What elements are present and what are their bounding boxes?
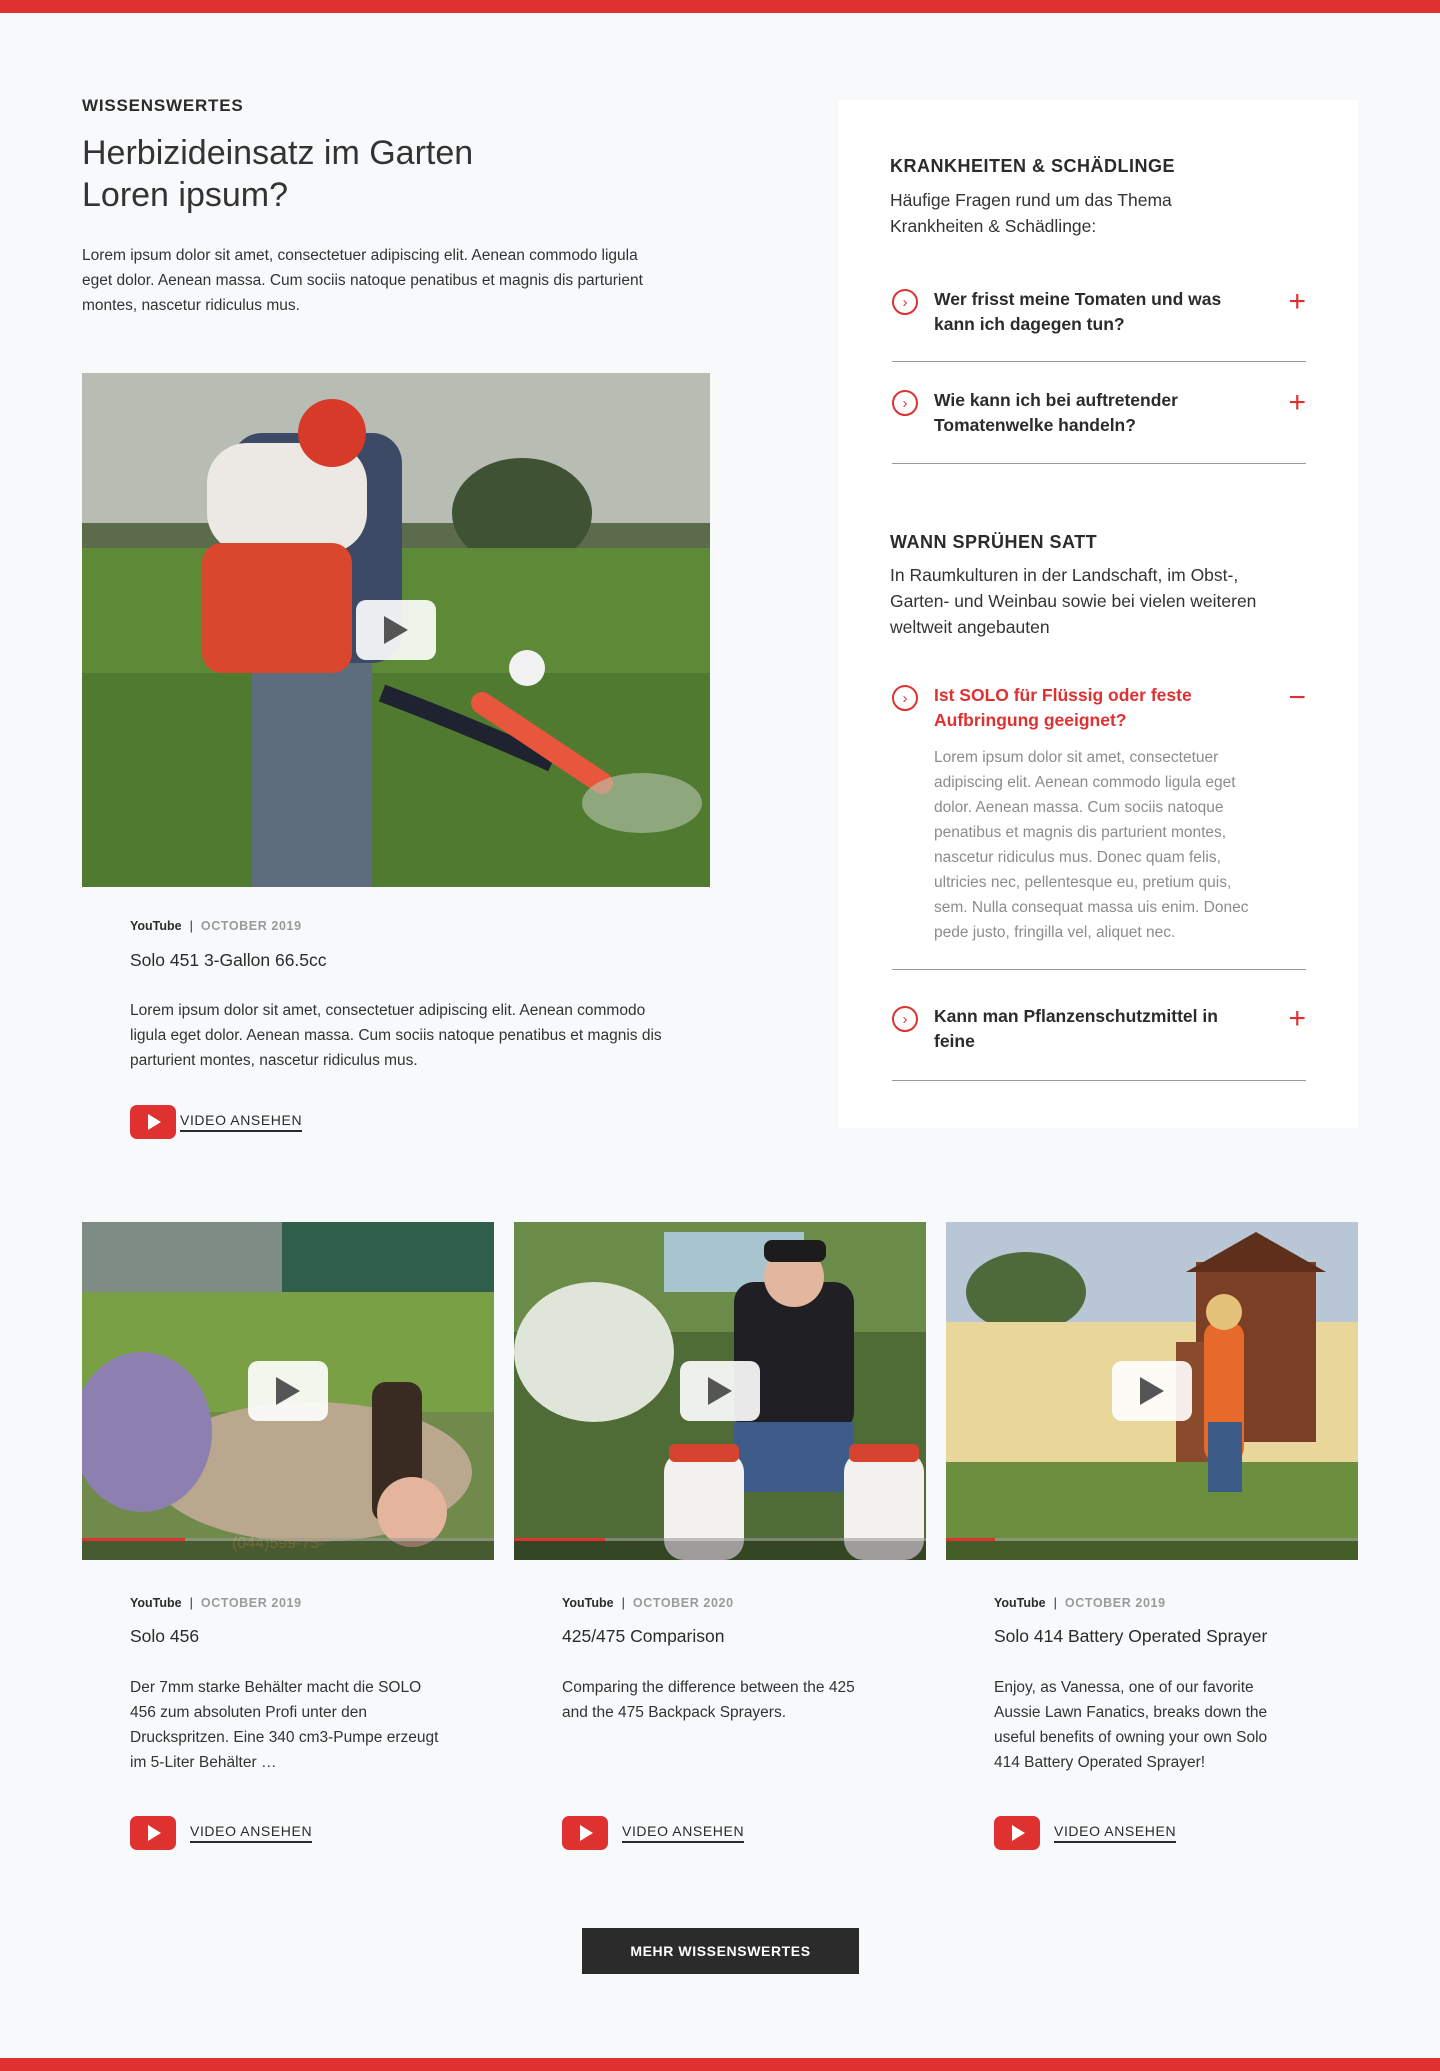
faq-question: Ist SOLO für Flüssig oder feste Aufbring… (934, 685, 1192, 730)
divider (892, 1080, 1306, 1081)
faq-question: Wer frisst meine Tomaten und was kann ic… (934, 289, 1222, 334)
bottom-accent-bar (0, 2058, 1440, 2071)
faq-group-subtitle: In Raumkulturen in der Landschaft, im Ob… (890, 565, 1257, 637)
video-description: Enjoy, as Vanessa, one of our favorite A… (994, 1679, 1268, 1771)
divider (892, 463, 1306, 464)
headline-line-1: Herbizideinsatz im Garten (82, 134, 474, 172)
video-source: YouTube (130, 919, 182, 933)
play-icon[interactable] (680, 1361, 760, 1421)
faq-group-title: KRANKHEITEN & SCHÄDLINGE (890, 156, 1176, 176)
play-icon[interactable] (356, 600, 436, 660)
youtube-icon (130, 1105, 176, 1139)
video-link[interactable]: VIDEO ANSEHEN (994, 1816, 1177, 1850)
video-description: Der 7mm starke Behälter macht die SOLO 4… (130, 1679, 439, 1771)
plus-icon[interactable]: + (1288, 287, 1306, 317)
meta-separator: | (621, 1596, 625, 1610)
faq-answer: Lorem ipsum dolor sit amet, consectetuer… (934, 749, 1249, 941)
faq-item[interactable]: › Kann man Pflanzenschutzmittel in feine… (890, 1004, 1306, 1082)
video-thumbnail[interactable]: (044)599-73- (82, 1222, 494, 1560)
featured-video-meta: YouTube | OCTOBER 2019 (130, 919, 302, 933)
divider (892, 361, 1306, 362)
video-link[interactable]: VIDEO ANSEHEN (130, 1816, 313, 1850)
featured-video-title: Solo 451 3-Gallon 66.5cc (130, 950, 327, 970)
play-icon[interactable] (1112, 1361, 1192, 1421)
faq-panel: KRANKHEITEN & SCHÄDLINGE Häufige Fragen … (838, 100, 1358, 1128)
video-meta: YouTube | OCTOBER 2020 (562, 1596, 734, 1610)
video-date: OCTOBER 2020 (632, 1596, 734, 1610)
video-thumbnail[interactable] (946, 1222, 1358, 1560)
meta-separator: | (189, 919, 193, 933)
video-description: Comparing the difference between the 425… (562, 1679, 855, 1721)
faq-item[interactable]: › Wie kann ich bei auftretender Tomatenw… (890, 388, 1306, 464)
video-meta: YouTube | OCTOBER 2019 (130, 1596, 302, 1610)
video-title: 425/475 Comparison (562, 1626, 725, 1646)
top-accent-bar (0, 0, 1440, 13)
play-icon[interactable] (248, 1361, 328, 1421)
video-source: YouTube (130, 1596, 182, 1610)
meta-separator: | (1053, 1596, 1057, 1610)
divider (892, 969, 1306, 970)
meta-separator: | (189, 1596, 193, 1610)
intro-text: Lorem ipsum dolor sit amet, consectetuer… (82, 247, 643, 314)
video-title: Solo 414 Battery Operated Sprayer (994, 1626, 1268, 1646)
video-date: OCTOBER 2019 (200, 919, 302, 933)
video-link-label: VIDEO ANSEHEN (622, 1823, 745, 1843)
minus-icon[interactable]: − (1288, 683, 1306, 713)
video-date: OCTOBER 2019 (200, 1596, 302, 1610)
featured-video-link[interactable]: VIDEO ANSEHEN (130, 1105, 303, 1139)
faq-question: Wie kann ich bei auftretender Tomatenwel… (934, 390, 1178, 435)
video-source: YouTube (562, 1596, 614, 1610)
plus-icon[interactable]: + (1288, 388, 1306, 418)
chevron-right-circle-icon: › (892, 390, 918, 416)
faq-item-expanded[interactable]: › Ist SOLO für Flüssig oder feste Aufbri… (890, 683, 1306, 971)
video-meta: YouTube | OCTOBER 2019 (994, 1596, 1166, 1610)
video-controls[interactable] (82, 1538, 494, 1560)
video-title: Solo 456 (130, 1626, 200, 1646)
video-controls[interactable] (514, 1538, 926, 1560)
video-date: OCTOBER 2019 (1064, 1596, 1166, 1610)
faq-question: Kann man Pflanzenschutzmittel in feine (934, 1006, 1218, 1051)
faq-group-title: WANN SPRÜHEN SATT (890, 532, 1098, 552)
youtube-icon (562, 1816, 608, 1850)
youtube-icon (130, 1816, 176, 1850)
chevron-right-circle-icon: › (892, 685, 918, 711)
faq-group-subtitle: Häufige Fragen rund um das Thema Krankhe… (890, 190, 1172, 236)
chevron-right-circle-icon: › (892, 289, 918, 315)
video-link-label: VIDEO ANSEHEN (190, 1823, 313, 1843)
video-controls[interactable] (946, 1538, 1358, 1560)
video-link-label: VIDEO ANSEHEN (180, 1112, 303, 1132)
chevron-right-circle-icon: › (892, 1006, 918, 1032)
section-eyebrow: WISSENSWERTES (82, 96, 244, 115)
more-knowledge-button[interactable]: MEHR WISSENSWERTES (582, 1928, 859, 1974)
video-link[interactable]: VIDEO ANSEHEN (562, 1816, 745, 1850)
featured-video-thumbnail[interactable] (82, 373, 710, 887)
youtube-icon (994, 1816, 1040, 1850)
featured-video-description: Lorem ipsum dolor sit amet, consectetuer… (130, 1002, 662, 1069)
video-source: YouTube (994, 1596, 1046, 1610)
page-title: Herbizideinsatz im Garten Loren ipsum? (82, 132, 552, 216)
faq-item[interactable]: › Wer frisst meine Tomaten und was kann … (890, 287, 1306, 362)
headline-line-2: Loren ipsum? (82, 176, 289, 214)
video-link-label: VIDEO ANSEHEN (1054, 1823, 1177, 1843)
plus-icon[interactable]: + (1288, 1004, 1306, 1034)
video-thumbnail[interactable] (514, 1222, 926, 1560)
